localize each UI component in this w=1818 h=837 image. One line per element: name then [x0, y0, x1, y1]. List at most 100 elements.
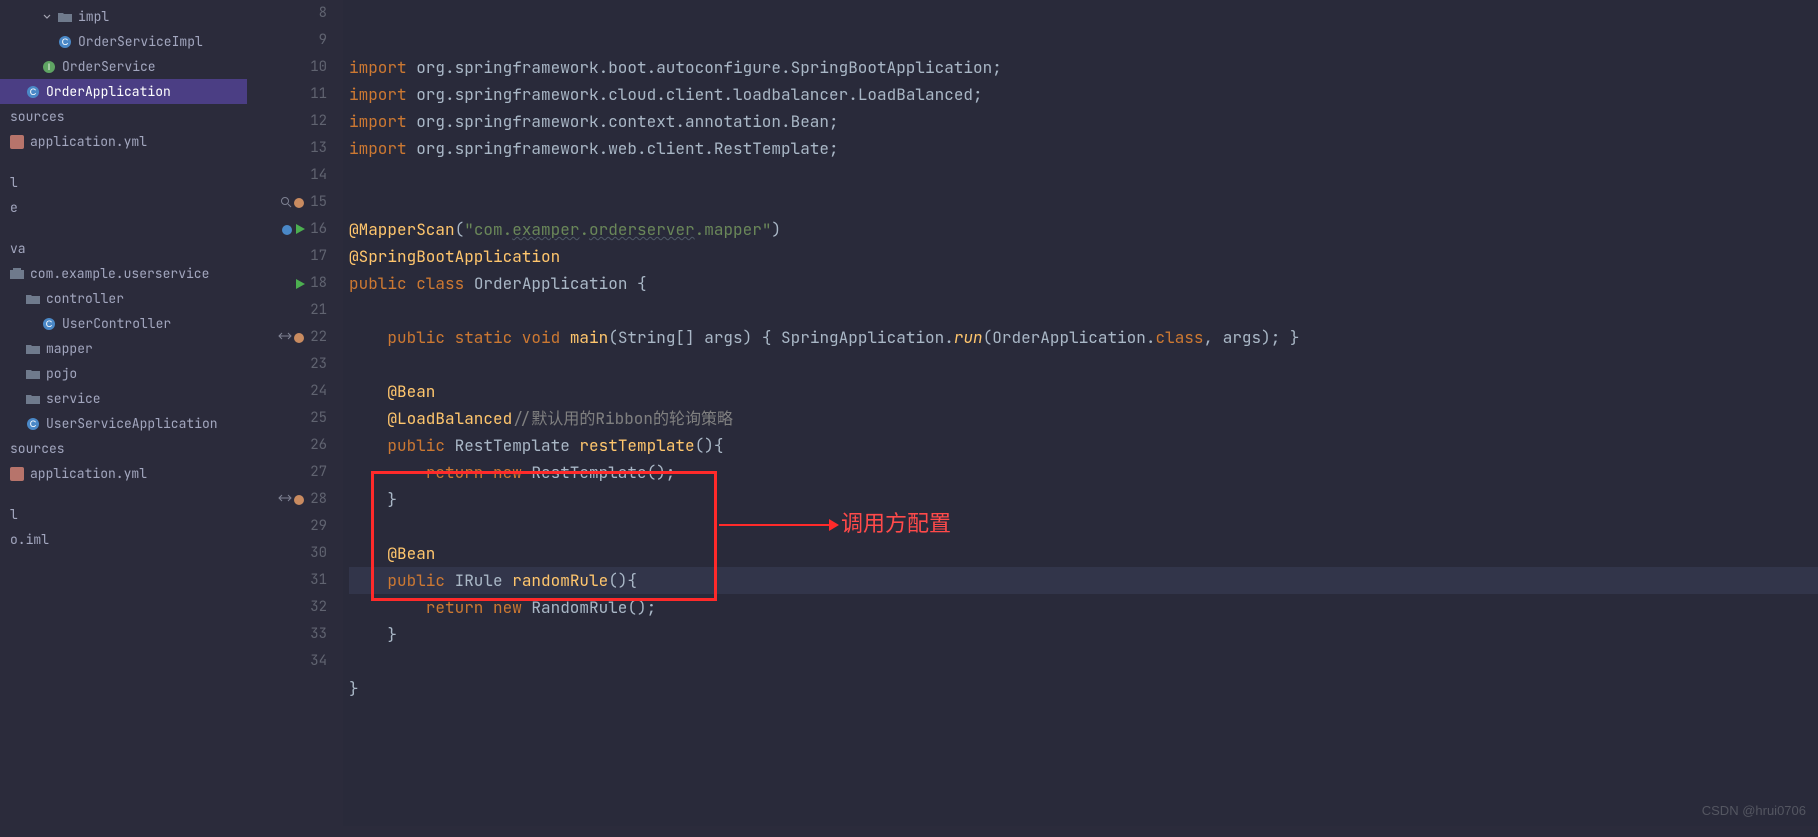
line-number: 21 — [247, 297, 337, 324]
code-line[interactable]: @Bean — [349, 540, 1818, 567]
gutter-marks[interactable] — [278, 493, 306, 507]
package-icon — [10, 268, 24, 280]
line-number: 14 — [247, 162, 337, 189]
line-number: 32 — [247, 594, 337, 621]
folder-open-icon — [58, 11, 72, 23]
tree-item-label: application.yml — [30, 464, 147, 483]
tree-item-label: service — [46, 389, 101, 408]
folder-icon — [26, 393, 40, 405]
tree-item[interactable]: va — [0, 236, 247, 261]
svg-text:C: C — [30, 87, 37, 97]
svg-text:C: C — [30, 419, 37, 429]
code-line[interactable] — [349, 162, 1818, 189]
tree-item[interactable]: application.yml — [0, 461, 247, 486]
class-icon: C — [26, 417, 40, 431]
tree-item-label: controller — [46, 289, 124, 308]
code-line[interactable]: public IRule randomRule(){ — [349, 567, 1818, 594]
svg-text:C: C — [46, 319, 53, 329]
line-number: 12 — [247, 108, 337, 135]
code-line[interactable]: public static void main(String[] args) {… — [349, 324, 1818, 351]
tree-item[interactable]: l — [0, 170, 247, 195]
chevron-down-icon[interactable] — [42, 12, 52, 22]
code-line[interactable]: } — [349, 675, 1818, 702]
tree-item-label: l — [10, 505, 18, 524]
tree-item[interactable]: sources — [0, 104, 247, 129]
line-number: 28 — [247, 486, 337, 513]
tree-item[interactable]: e — [0, 195, 247, 220]
code-line[interactable] — [349, 648, 1818, 675]
code-line[interactable] — [349, 189, 1818, 216]
line-number: 13 — [247, 135, 337, 162]
tree-item[interactable]: CUserServiceApplication — [0, 411, 247, 436]
line-number: 29 — [247, 513, 337, 540]
tree-item[interactable]: COrderServiceImpl — [0, 29, 247, 54]
gutter: 8910111213141516171821222324252627282930… — [247, 0, 343, 826]
tree-item[interactable]: o.iml — [0, 527, 247, 552]
code-line[interactable] — [349, 297, 1818, 324]
gutter-marks[interactable] — [280, 223, 306, 237]
project-tree[interactable]: implCOrderServiceImpl I OrderService C Order… — [0, 0, 247, 826]
tree-item-label: e — [10, 198, 18, 217]
tree-item[interactable]: l — [0, 502, 247, 527]
tree-item[interactable]: application.yml — [0, 129, 247, 154]
tree-item-label: application.yml — [30, 132, 147, 151]
code-line[interactable]: import org.springframework.boot.autoconf… — [349, 54, 1818, 81]
line-number: 18 — [247, 270, 337, 297]
class-icon: C — [58, 35, 72, 49]
ide-root: implCOrderServiceImpl I OrderService C Order… — [0, 0, 1818, 826]
tree-item[interactable]: pojo — [0, 361, 247, 386]
code-line[interactable]: public RestTemplate restTemplate(){ — [349, 432, 1818, 459]
tree-item-label: sources — [10, 439, 65, 458]
code-line[interactable] — [349, 351, 1818, 378]
code-line[interactable] — [349, 513, 1818, 540]
code-line[interactable]: @MapperScan("com.examper.orderserver.map… — [349, 216, 1818, 243]
code-line[interactable]: import org.springframework.cloud.client.… — [349, 81, 1818, 108]
code-line[interactable]: import org.springframework.web.client.Re… — [349, 135, 1818, 162]
code-line[interactable]: @SpringBootApplication — [349, 243, 1818, 270]
code-line[interactable]: @LoadBalanced//默认用的Ribbon的轮询策略 — [349, 405, 1818, 432]
code-line[interactable] — [349, 702, 1818, 729]
line-number: 25 — [247, 405, 337, 432]
tree-item[interactable]: com.example.userservice — [0, 261, 247, 286]
code-line[interactable]: } — [349, 621, 1818, 648]
tree-item-label: sources — [10, 107, 65, 126]
line-number: 11 — [247, 81, 337, 108]
tree-item[interactable]: controller — [0, 286, 247, 311]
yml-icon — [10, 135, 24, 149]
tree-item[interactable]: sources — [0, 436, 247, 461]
code-line[interactable]: return new RestTemplate(); — [349, 459, 1818, 486]
tree-item[interactable]: C OrderApplication — [0, 79, 247, 104]
tree-item[interactable]: service — [0, 386, 247, 411]
folder-icon — [26, 343, 40, 355]
tree-item[interactable]: I OrderService — [0, 54, 247, 79]
line-number: 33 — [247, 621, 337, 648]
code-line[interactable]: @Bean — [349, 378, 1818, 405]
line-number: 22 — [247, 324, 337, 351]
code-line[interactable]: } — [349, 486, 1818, 513]
tree-item[interactable]: impl — [0, 4, 247, 29]
line-number: 26 — [247, 432, 337, 459]
code-line[interactable]: import org.springframework.context.annot… — [349, 108, 1818, 135]
gutter-marks[interactable] — [278, 331, 306, 345]
tree-item-label: o.iml — [10, 530, 49, 549]
code-area[interactable]: import org.springframework.boot.autoconf… — [343, 0, 1818, 826]
tree-item[interactable]: CUserController — [0, 311, 247, 336]
line-number: 30 — [247, 540, 337, 567]
folder-icon — [26, 293, 40, 305]
tree-item-label: mapper — [46, 339, 93, 358]
folder-icon — [26, 368, 40, 380]
line-number: 16 — [247, 216, 337, 243]
code-line[interactable]: return new RandomRule(); — [349, 594, 1818, 621]
tree-item-label: OrderService — [62, 57, 156, 76]
line-number: 17 — [247, 243, 337, 270]
line-number: 34 — [247, 648, 337, 675]
code-line[interactable]: public class OrderApplication { — [349, 270, 1818, 297]
tree-item[interactable]: mapper — [0, 336, 247, 361]
svg-text:I: I — [48, 62, 51, 72]
editor[interactable]: 8910111213141516171821222324252627282930… — [247, 0, 1818, 826]
gutter-marks[interactable] — [294, 278, 306, 290]
tree-item-label: va — [10, 239, 26, 258]
tree-item-label: OrderApplication — [46, 82, 171, 101]
line-number: 15 — [247, 189, 337, 216]
gutter-marks[interactable] — [280, 196, 306, 210]
